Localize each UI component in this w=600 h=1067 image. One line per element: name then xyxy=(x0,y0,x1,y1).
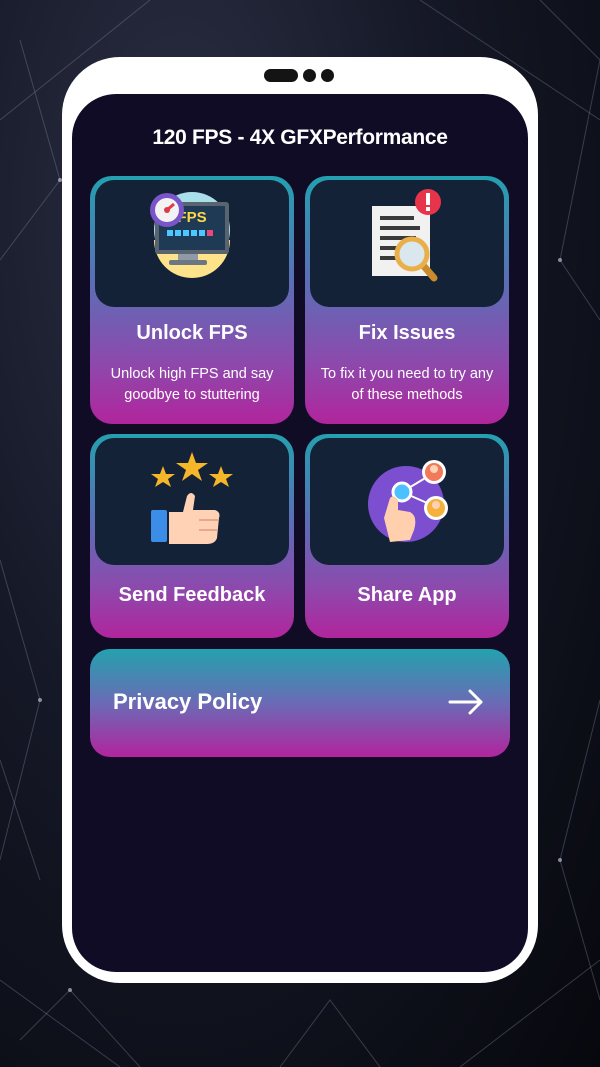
app-screen: 120 FPS - 4X GFXPerformance FPS Unlock F… xyxy=(72,94,528,972)
card-image-box xyxy=(310,180,504,307)
card-label: Send Feedback xyxy=(118,584,266,606)
camera-pill xyxy=(264,68,298,82)
camera-dot xyxy=(303,68,316,82)
card-description: To fix it you need to try any of these m… xyxy=(320,366,494,403)
card-label: Share App xyxy=(357,584,457,606)
card-description: Unlock high FPS and say goodbye to stutt… xyxy=(110,366,274,403)
fps-monitor-icon: FPS xyxy=(150,192,230,278)
document-warning-icon xyxy=(372,189,441,282)
phone-notch xyxy=(264,68,334,82)
arrow-right-icon xyxy=(448,689,483,715)
privacy-policy-button[interactable]: Privacy Policy xyxy=(90,649,510,757)
thumbs-up-stars-icon xyxy=(151,452,233,544)
fix-issues-card[interactable]: Fix Issues To fix it you need to try any… xyxy=(305,176,509,424)
share-network-icon xyxy=(368,460,448,542)
card-label: Unlock FPS xyxy=(136,322,248,344)
card-image-box xyxy=(95,438,289,565)
app-title: 120 FPS - 4X GFXPerformance xyxy=(152,126,448,149)
card-label: Fix Issues xyxy=(358,322,456,344)
privacy-policy-label: Privacy Policy xyxy=(113,689,263,714)
card-image-box xyxy=(310,438,504,565)
send-feedback-card[interactable]: Send Feedback xyxy=(90,434,294,638)
camera-dot xyxy=(321,68,334,82)
card-image-box: FPS xyxy=(95,180,289,307)
share-app-card[interactable]: Share App xyxy=(305,434,509,638)
unlock-fps-card[interactable]: FPS Unlock FPS Unlock high FPS and say g… xyxy=(90,176,294,424)
